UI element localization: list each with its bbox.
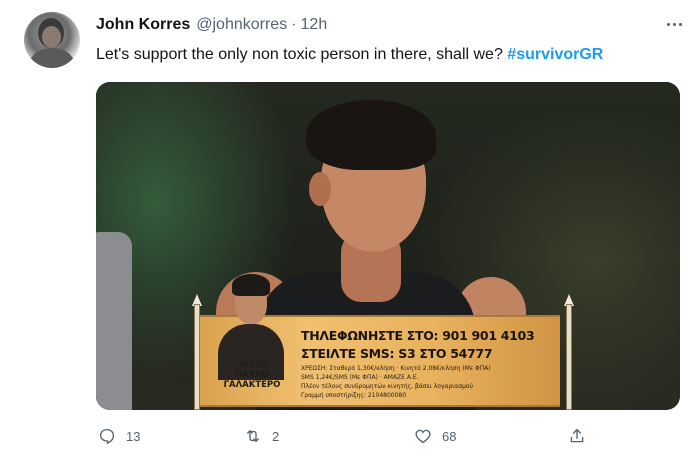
avatar-body	[30, 48, 74, 68]
more-options-icon[interactable]	[660, 14, 688, 34]
avatar-face	[42, 26, 61, 48]
reply-icon	[99, 428, 115, 445]
retweet-icon	[247, 430, 259, 442]
caption-line-1: ΓΙΑ ΤΟΝ	[236, 360, 268, 369]
tweet-header: John Korres @johnkorres · 12h	[96, 16, 327, 38]
caption-line-2: ΠΑΥΛΟ	[235, 370, 269, 380]
author-name[interactable]: John Korres	[96, 16, 190, 34]
banner-fine-print-1: ΧΡΕΩΣΗ: Σταθερό 1,30€/κλήση · Κινητό 2,0…	[301, 365, 491, 372]
share-button[interactable]	[568, 424, 586, 448]
author-handle[interactable]: @johnkorres	[196, 16, 287, 34]
heart-icon	[415, 429, 431, 444]
separator-dot: ·	[291, 16, 297, 33]
hashtag-link[interactable]: #survivorGR	[507, 46, 603, 63]
banner-fine-print-4: Γραμμή υποστήριξης: 2104800080	[301, 392, 407, 399]
person-ear	[309, 172, 331, 206]
reply-button[interactable]: 13	[98, 424, 140, 448]
like-count: 68	[442, 428, 457, 444]
banner-fine-print-3: Πλέον τέλους συνδρομητών κινητής, βάσει …	[301, 383, 474, 390]
share-icon	[570, 428, 584, 443]
tweet-text-body: Let's support the only non toxic person …	[96, 46, 508, 63]
tweet-timestamp[interactable]: 12h	[301, 16, 328, 34]
tweet-media-image[interactable]: ΓΙΑ ΤΟΝ ΠΑΥΛΟ ΓΑΛΑΚΤΕΡΟ ΤΗΛΕΦΩΝΗΣΤΕ ΣΤΟ:…	[96, 82, 680, 410]
tweet: John Korres @johnkorres · 12h Let's supp…	[0, 0, 700, 461]
reply-count: 13	[126, 428, 141, 444]
scroll-pole-right	[566, 304, 572, 410]
banner-phone-line: ΤΗΛΕΦΩΝΗΣΤΕ ΣΤΟ: 901 901 4103	[301, 328, 535, 343]
person-hair	[306, 100, 436, 170]
tweet-actions: 13 2 68	[96, 424, 680, 448]
candidate-caption: ΓΙΑ ΤΟΝ ΠΑΥΛΟ ΓΑΛΑΚΤΕΡΟ	[212, 360, 292, 390]
retweet-count: 2	[272, 428, 280, 444]
side-person	[96, 232, 132, 410]
tweet-text: Let's support the only non toxic person …	[96, 44, 603, 66]
avatar[interactable]	[24, 12, 80, 68]
banner-fine-print-2: SMS 1,24€/SMS (Με ΦΠΑ) · AMAZE A.E.	[301, 374, 419, 381]
caption-line-3: ΓΑΛΑΚΤΕΡΟ	[223, 380, 281, 390]
like-button[interactable]: 68	[414, 424, 456, 448]
retweet-button[interactable]: 2	[244, 424, 279, 448]
candidate-hair	[232, 274, 270, 296]
banner-sms-line: ΣΤΕΙΛΤΕ SMS: S3 ΣΤΟ 54777	[301, 346, 493, 361]
